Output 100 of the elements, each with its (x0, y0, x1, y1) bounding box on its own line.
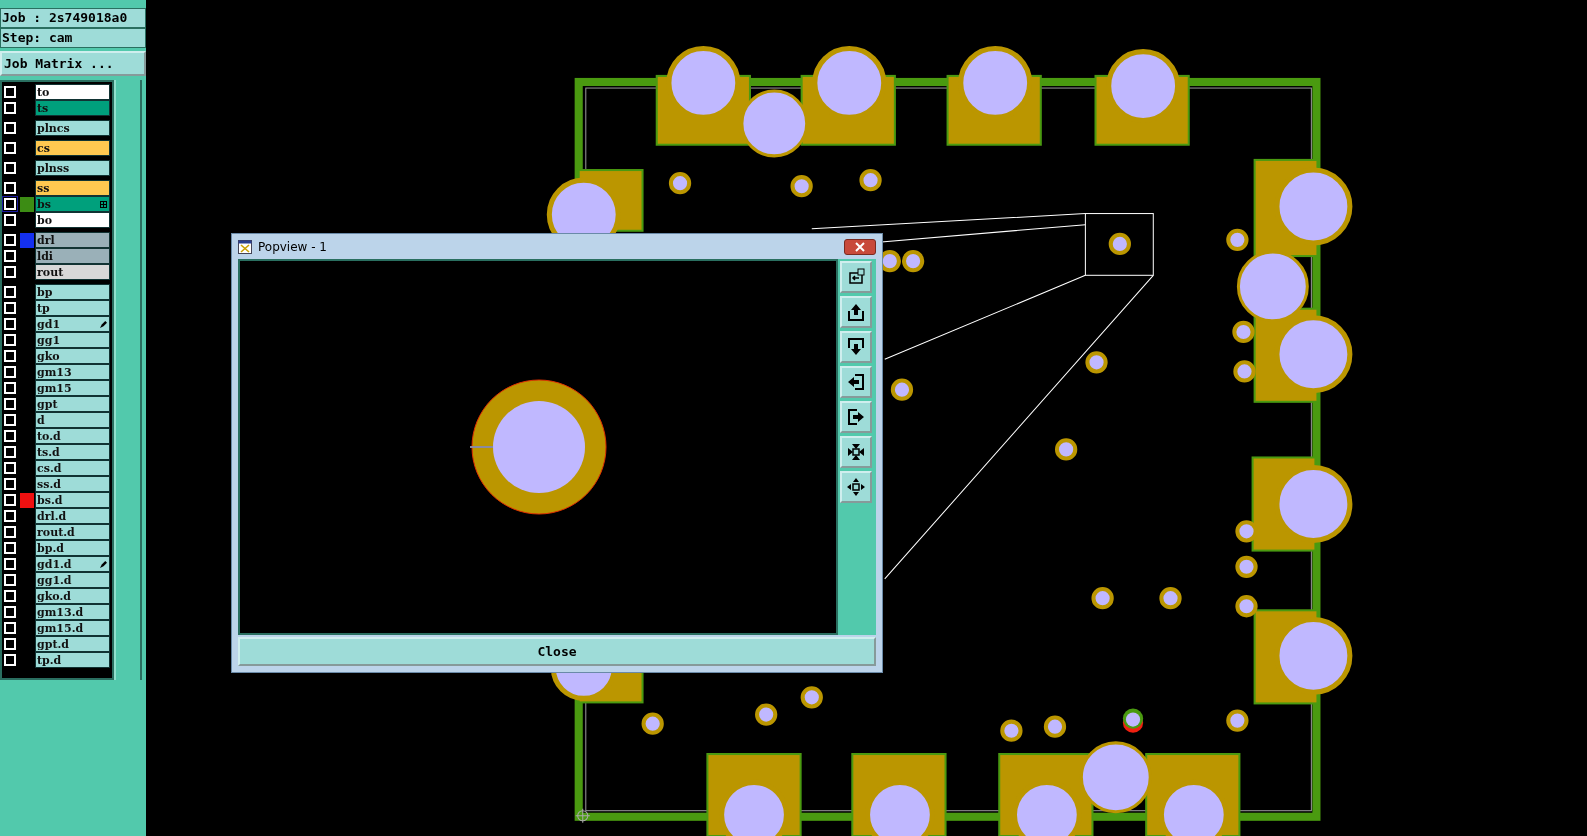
layer-name: cs.d (37, 461, 62, 475)
close-button[interactable] (844, 238, 876, 255)
layer-cell[interactable]: drl (35, 232, 110, 248)
layer-name: ts.d (37, 445, 60, 459)
layer-cell[interactable]: bp.d (35, 540, 110, 556)
layer-name: cs (37, 141, 50, 155)
zoom-in-icon (846, 442, 866, 463)
close-icon (855, 241, 865, 252)
origin-marker-icon (575, 808, 591, 824)
via (1091, 587, 1114, 610)
layer-name: ss.d (37, 477, 61, 491)
layer-cell[interactable]: gpt (35, 396, 110, 412)
toolbar-button[interactable] (840, 331, 872, 364)
arrow-left-icon (846, 372, 866, 393)
layer-name: tp.d (37, 653, 62, 667)
job-label: Job : 2s749018a0 (0, 8, 146, 28)
layer-name: rout.d (37, 525, 75, 539)
toolbar-button[interactable] (840, 261, 872, 294)
layer-cell[interactable]: bp (35, 284, 110, 300)
layer-name: gko (37, 349, 60, 363)
layer-name: gm13.d (37, 605, 84, 619)
layer-cell[interactable]: gpt.d (35, 636, 110, 652)
layer-name: tp (37, 301, 50, 315)
layer-cell[interactable]: drl.d (35, 508, 110, 524)
layer-cell[interactable]: gm15 (35, 380, 110, 396)
layer-name: gd1 (37, 317, 61, 331)
job-matrix-button[interactable]: Job Matrix ... (0, 51, 146, 76)
zoom-out-icon (846, 477, 866, 498)
via (1159, 587, 1182, 610)
layer-name: to.d (37, 429, 61, 443)
layer-cell[interactable]: gd1 (35, 316, 110, 332)
layer-cell[interactable]: gd1.d (35, 556, 110, 572)
layer-cell[interactable]: ts.d (35, 444, 110, 460)
toolbar-button[interactable] (840, 436, 872, 469)
layer-cell[interactable]: ss (35, 180, 110, 196)
layer-cell[interactable]: gm13.d (35, 604, 110, 620)
toolbar-button[interactable] (840, 296, 872, 329)
layer-name: gd1.d (37, 557, 72, 571)
layer-name: gko.d (37, 589, 71, 603)
layer-name: plncs (37, 121, 70, 135)
layer-cell[interactable]: plncs (35, 120, 110, 136)
via (1055, 438, 1078, 461)
app-icon (238, 239, 252, 254)
via (800, 686, 823, 709)
layer-name: bp (37, 285, 53, 299)
layer-cell[interactable]: cs.d (35, 460, 110, 476)
layer-name: rout (37, 265, 64, 279)
layer-cell[interactable]: tp.d (35, 652, 110, 668)
layer-cell[interactable]: ss.d (35, 476, 110, 492)
layer-cell[interactable]: plnss (35, 160, 110, 176)
layer-name: bs (37, 197, 51, 211)
layer-cell[interactable]: to.d (35, 428, 110, 444)
layer-name: gpt (37, 397, 58, 411)
layer-cell[interactable]: gg1.d (35, 572, 110, 588)
layer-cell[interactable]: d (35, 412, 110, 428)
layer-cell[interactable]: gm15.d (35, 620, 110, 636)
layer-cell[interactable]: gg1 (35, 332, 110, 348)
layer-cell[interactable]: tp (35, 300, 110, 316)
layer-name: ss (37, 181, 50, 195)
window-title: Popview - 1 (258, 239, 328, 254)
layer-name: gm15 (37, 381, 72, 395)
layer-cell[interactable]: bs (35, 196, 110, 212)
toolbar-button[interactable] (840, 366, 872, 399)
layer-name: bs.d (37, 493, 63, 507)
via (641, 712, 664, 735)
layer-cell[interactable]: rout (35, 264, 110, 280)
via (1235, 595, 1258, 618)
layer-cell[interactable]: ts (35, 100, 110, 116)
arrow-up-icon (846, 302, 866, 323)
layer-cell[interactable]: rout.d (35, 524, 110, 540)
step-label: Step: cam (0, 28, 146, 48)
via (668, 172, 692, 195)
via (1233, 360, 1256, 383)
via (790, 175, 813, 198)
toolbar-button[interactable] (840, 401, 872, 434)
close-button[interactable]: Close (238, 637, 876, 666)
arrow-right-icon (846, 407, 866, 428)
layer-cell[interactable]: bs.d (35, 492, 110, 508)
layer-name: plnss (37, 161, 70, 175)
layer-name: ldi (37, 249, 54, 263)
layer-cell[interactable]: ldi (35, 248, 110, 264)
layer-cell[interactable]: gko.d (35, 588, 110, 604)
via (1108, 232, 1131, 256)
round-pad (740, 89, 809, 158)
layer-name: drl.d (37, 509, 67, 523)
layer-cell[interactable]: to (35, 84, 110, 100)
layer-name: d (37, 413, 45, 427)
toolbar-button[interactable] (840, 471, 872, 504)
layer-name: to (37, 85, 50, 99)
layer-name: gg1 (37, 333, 61, 347)
layer-cell[interactable]: bo (35, 212, 110, 228)
via (1235, 555, 1258, 578)
via (859, 169, 882, 192)
via (901, 250, 925, 273)
via (890, 378, 914, 401)
layer-name: bp.d (37, 541, 64, 555)
layer-cell[interactable]: gko (35, 348, 110, 364)
layer-name: gpt.d (37, 637, 69, 651)
layer-cell[interactable]: cs (35, 140, 110, 156)
layer-cell[interactable]: gm13 (35, 364, 110, 380)
